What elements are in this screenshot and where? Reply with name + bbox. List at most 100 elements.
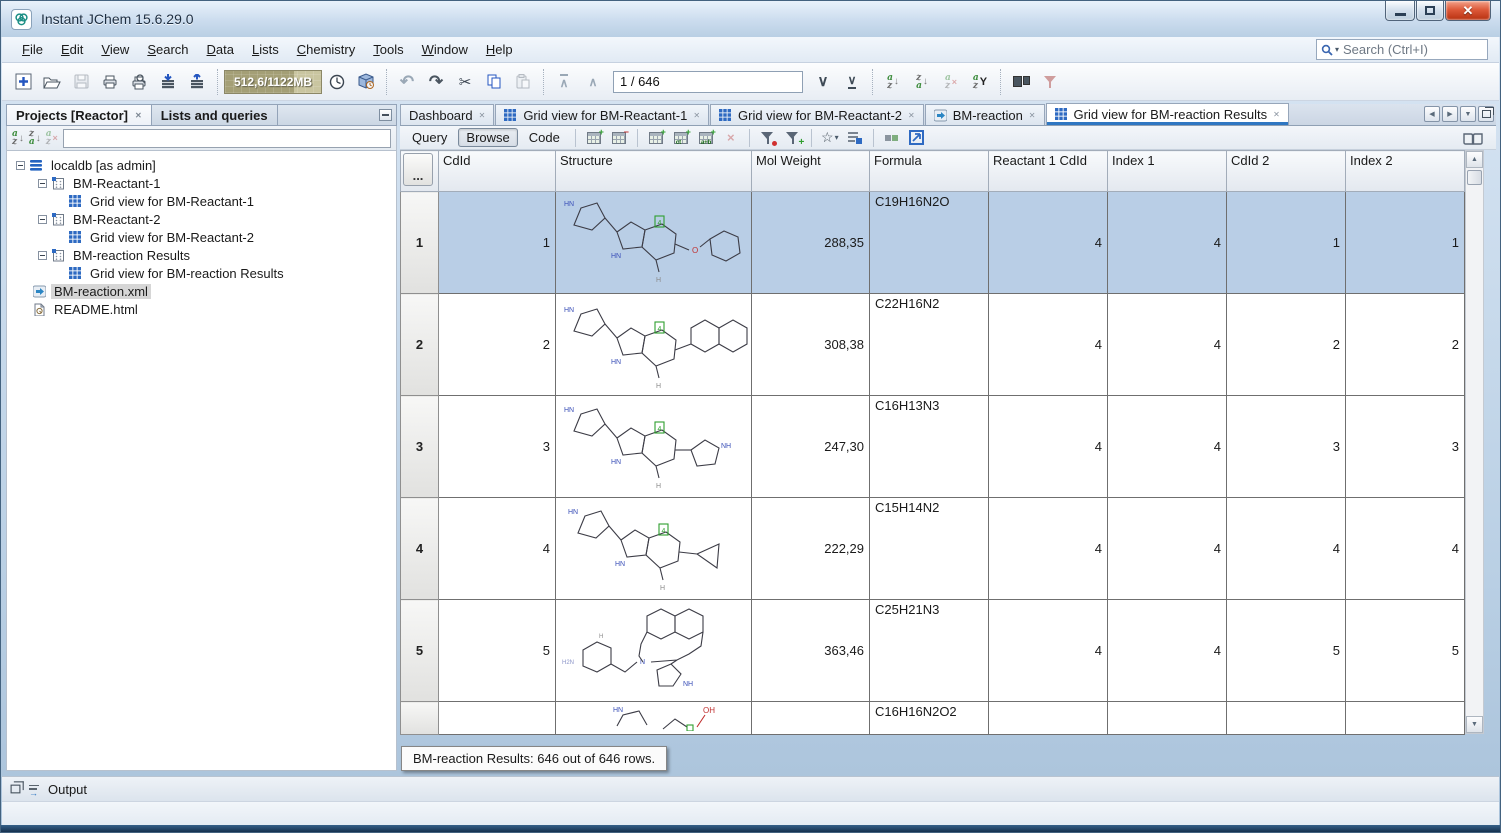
column-header-mol-weight[interactable]: Mol Weight (752, 151, 870, 192)
cell-cdid2[interactable]: 4 (1227, 498, 1346, 600)
cell-mol-weight[interactable]: 363,46 (752, 600, 870, 702)
cell-index1[interactable]: 4 (1108, 600, 1227, 702)
tab-close-icon[interactable]: ✕ (135, 111, 142, 120)
filter-current-button[interactable] (757, 128, 779, 148)
cell-mol-weight[interactable]: 222,29 (752, 498, 870, 600)
cell-formula[interactable]: C19H16N2O (870, 192, 989, 294)
cut-button[interactable]: ✂ (451, 68, 479, 96)
cell-formula[interactable]: C15H14N2 (870, 498, 989, 600)
table-row[interactable]: 5 5 H2N H N (401, 600, 1465, 702)
collapse-icon[interactable] (38, 251, 47, 260)
new-field-button[interactable]: + (645, 128, 667, 148)
cell-index2[interactable]: 3 (1346, 396, 1465, 498)
tree-item-bm-reactant-2[interactable]: BM-Reactant-2 (7, 210, 396, 228)
cell-reactant1-cdid[interactable]: 4 (989, 498, 1108, 600)
tabs-scroll-left-button[interactable]: ◀ (1424, 106, 1440, 122)
cell-index2[interactable]: 4 (1346, 498, 1465, 600)
tree-sort-ascending-icon[interactable]: az↓ (12, 130, 24, 146)
cell-cdid2[interactable] (1227, 702, 1346, 735)
cell-index2[interactable]: 1 (1346, 192, 1465, 294)
cell-mol-weight[interactable] (752, 702, 870, 735)
close-button[interactable]: ✕ (1445, 1, 1491, 21)
menu-search[interactable]: Search (138, 39, 197, 60)
menu-view[interactable]: View (92, 39, 138, 60)
cell-index2[interactable] (1346, 702, 1465, 735)
scroll-up-icon[interactable]: ▲ (1466, 151, 1483, 168)
column-header-cdid2[interactable]: CdId 2 (1227, 151, 1346, 192)
table-row[interactable]: 1 1 HN HN 4 O (401, 192, 1465, 294)
column-header-index2[interactable]: Index 2 (1346, 151, 1465, 192)
quick-search[interactable]: ▾ (1316, 39, 1488, 60)
collapse-icon[interactable] (38, 215, 47, 224)
code-mode-button[interactable]: Code (521, 128, 568, 147)
tab-dashboard[interactable]: Dashboard ✕ (400, 104, 494, 125)
column-header-structure[interactable]: Structure (556, 151, 752, 192)
tab-close-icon[interactable]: ✕ (908, 111, 915, 120)
tree-item-gridview-reactant-1[interactable]: Grid view for BM-Reactant-1 (7, 192, 396, 210)
cell-cdid[interactable]: 3 (439, 396, 556, 498)
open-button[interactable] (38, 68, 66, 96)
panel-minimize-button[interactable] (379, 109, 392, 121)
sort-descending-button[interactable]: za↓ (908, 68, 936, 96)
maximize-view-button[interactable] (1478, 106, 1494, 122)
window-layout-button[interactable] (1007, 68, 1035, 96)
cell-reactant1-cdid[interactable]: 4 (989, 396, 1108, 498)
column-header-index1[interactable]: Index 1 (1108, 151, 1227, 192)
search-input[interactable] (1341, 41, 1483, 58)
cell-reactant1-cdid[interactable]: 4 (989, 600, 1108, 702)
tree-filter-input[interactable] (63, 129, 391, 148)
cell-cdid2[interactable]: 5 (1227, 600, 1346, 702)
collapse-icon[interactable] (16, 161, 25, 170)
tree-item-bm-reactant-1[interactable]: BM-Reactant-1 (7, 174, 396, 192)
menu-data[interactable]: Data (198, 39, 243, 60)
row-header[interactable]: 5 (401, 600, 439, 702)
row-header[interactable] (401, 702, 439, 735)
structure-depiction[interactable]: HN HN 4 O H (556, 192, 752, 294)
tree-item-bm-reaction-xml[interactable]: BM-reaction.xml (7, 282, 396, 300)
tab-close-icon[interactable]: ✕ (479, 111, 486, 120)
save-button[interactable] (67, 68, 95, 96)
new-calculated-field-button[interactable]: +a+b (695, 128, 717, 148)
table-row[interactable]: HN OH C16H16N2O2 (401, 702, 1465, 735)
table-row[interactable]: 2 2 HN HN 4 (401, 294, 1465, 396)
cell-formula[interactable]: C16H13N3 (870, 396, 989, 498)
restore-pane-icon[interactable] (11, 785, 21, 794)
cell-index1[interactable]: 4 (1108, 498, 1227, 600)
tab-gridview-reaction-results[interactable]: Grid view for BM-reaction Results ✕ (1046, 103, 1289, 125)
browse-mode-button[interactable]: Browse (458, 128, 517, 147)
table-row[interactable]: 3 3 HN HN 4 (401, 396, 1465, 498)
search-scope-caret-icon[interactable]: ▾ (1335, 45, 1339, 54)
menu-file[interactable]: File (13, 39, 52, 60)
cell-index1[interactable]: 4 (1108, 294, 1227, 396)
last-record-button[interactable]: ∨ (838, 68, 866, 96)
undo-button[interactable]: ↶ (393, 68, 421, 96)
tab-close-icon[interactable]: ✕ (693, 111, 700, 120)
scroll-down-icon[interactable]: ▼ (1466, 716, 1483, 733)
paste-button[interactable] (509, 68, 537, 96)
previous-record-button[interactable]: ∧ (579, 68, 607, 96)
print-button[interactable] (96, 68, 124, 96)
structure-depiction[interactable]: H2N H N NH (556, 600, 752, 702)
table-row[interactable]: 4 4 HN HN 4 (401, 498, 1465, 600)
new-chemical-terms-field-button[interactable]: +ct (670, 128, 692, 148)
cell-index1[interactable] (1108, 702, 1227, 735)
column-header-formula[interactable]: Formula (870, 151, 989, 192)
save-list-button[interactable] (844, 128, 866, 148)
menu-lists[interactable]: Lists (243, 39, 288, 60)
copy-button[interactable] (480, 68, 508, 96)
sort-ascending-button[interactable]: az↓ (879, 68, 907, 96)
tab-gridview-reactant-2[interactable]: Grid view for BM-Reactant-2 ✕ (710, 104, 924, 125)
column-header-reactant1-cdid[interactable]: Reactant 1 CdId (989, 151, 1108, 192)
custom-sort-button[interactable]: azY (966, 68, 994, 96)
structure-depiction[interactable]: HN HN 4 NH H (556, 396, 752, 498)
tree-item-localdb[interactable]: localdb [as admin] (7, 156, 396, 174)
cell-reactant1-cdid[interactable]: 4 (989, 192, 1108, 294)
next-record-button[interactable]: ∨ (809, 68, 837, 96)
cell-reactant1-cdid[interactable] (989, 702, 1108, 735)
menu-chemistry[interactable]: Chemistry (288, 39, 365, 60)
cell-index1[interactable]: 4 (1108, 192, 1227, 294)
collapse-icon[interactable] (38, 179, 47, 188)
filter-add-button[interactable]: + (782, 128, 804, 148)
query-mode-button[interactable]: Query (404, 128, 455, 147)
add-row-button[interactable]: + (583, 128, 605, 148)
